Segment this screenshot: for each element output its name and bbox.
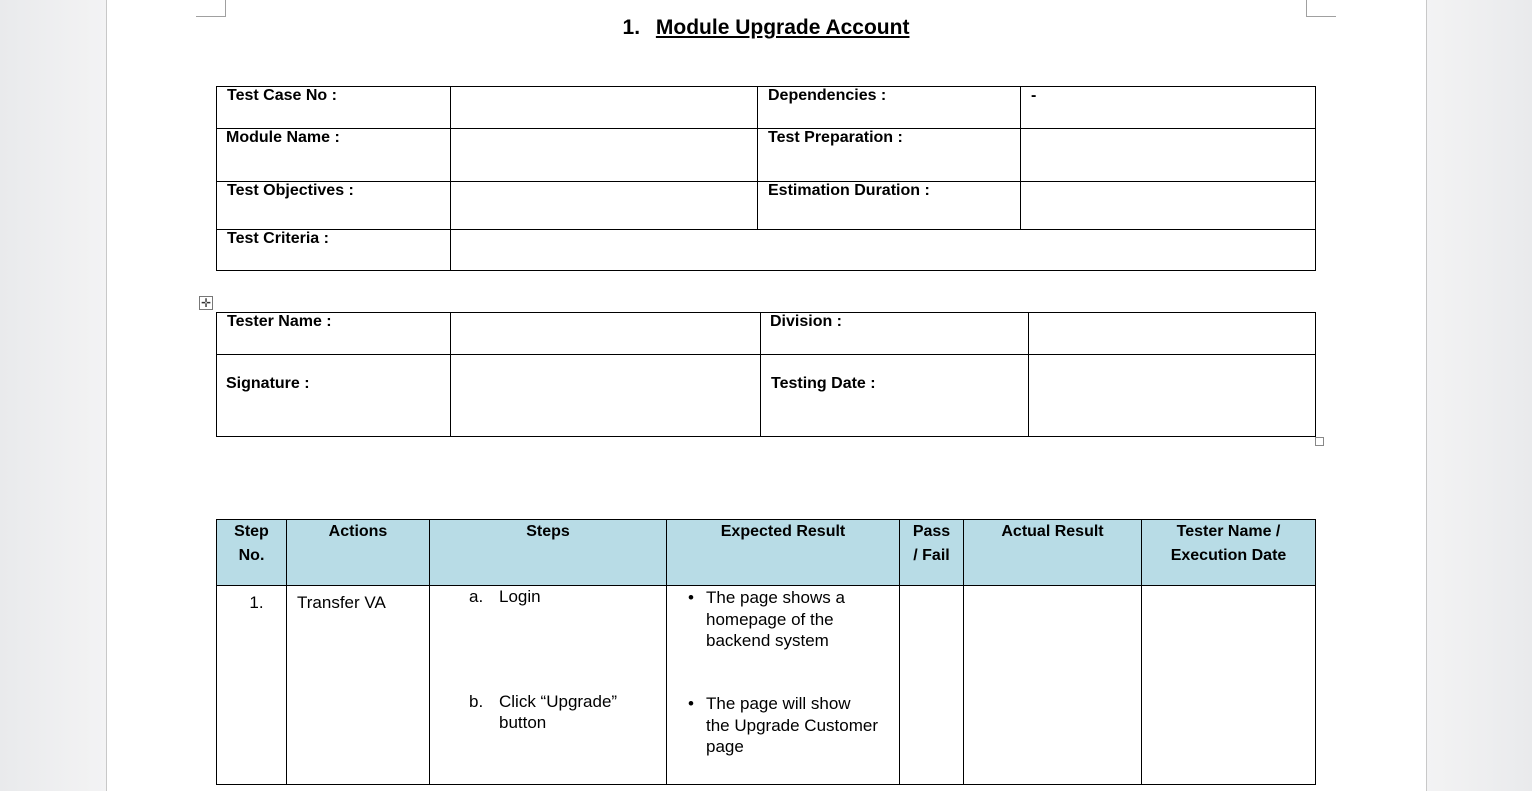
- steps-cell[interactable]: a. Login b. Click “Upgrade” button: [429, 585, 667, 785]
- header-tester-line2: Execution Date: [1170, 547, 1287, 564]
- test-objectives-label[interactable]: Test Objectives :: [216, 181, 451, 230]
- estimation-duration-label[interactable]: Estimation Duration :: [757, 181, 1021, 230]
- testing-date-label[interactable]: Testing Date :: [760, 354, 1029, 437]
- module-name-cell[interactable]: [450, 128, 758, 182]
- header-steps[interactable]: Steps: [429, 519, 667, 586]
- crop-mark-top-left: [196, 0, 226, 17]
- expected-text: The page shows a homepage of the backend…: [706, 588, 845, 650]
- dependencies-label[interactable]: Dependencies :: [757, 86, 1021, 129]
- expected-result-cell[interactable]: • The page shows a homepage of the backe…: [666, 585, 900, 785]
- heading-number: 1.: [622, 16, 641, 39]
- test-objectives-cell[interactable]: [450, 181, 758, 230]
- test-steps-table: Step No. Actions Steps Expected Result P…: [216, 519, 1316, 785]
- header-tester-line1: Tester Name /: [1176, 523, 1281, 540]
- header-pass-fail[interactable]: Pass / Fail: [899, 519, 964, 586]
- header-actions[interactable]: Actions: [286, 519, 430, 586]
- test-preparation-label[interactable]: Test Preparation :: [757, 128, 1021, 182]
- text-cursor: [1315, 355, 1316, 377]
- table-row: 1. Transfer VA a. Login b. Click “Upgrad…: [216, 585, 1316, 785]
- substep-text: Click “Upgrade” button: [499, 692, 618, 732]
- heading-title: Module Upgrade Account: [655, 16, 910, 39]
- actual-result-cell[interactable]: [963, 585, 1142, 785]
- test-info-table: Test Case No : Dependencies : - Module N…: [216, 86, 1316, 271]
- estimation-duration-cell[interactable]: [1020, 181, 1316, 230]
- substep-marker: a.: [469, 587, 484, 606]
- pass-fail-cell[interactable]: [899, 585, 964, 785]
- expected-text: The page will show the Upgrade Customer …: [706, 694, 878, 756]
- header-step-no[interactable]: Step No.: [216, 519, 287, 586]
- header-pass-fail-line1: Pass: [912, 523, 951, 540]
- tester-info-table: Tester Name : Division : Signature : Tes…: [216, 312, 1316, 437]
- header-step-no-line1: Step: [234, 523, 269, 540]
- test-case-no-cell[interactable]: [450, 86, 758, 129]
- bullet-icon: •: [688, 694, 694, 713]
- division-cell[interactable]: [1028, 312, 1316, 355]
- action-cell[interactable]: Transfer VA: [286, 585, 430, 785]
- table-move-icon[interactable]: ✛: [199, 296, 213, 310]
- test-criteria-cell[interactable]: [450, 229, 1316, 271]
- header-tester-execution[interactable]: Tester Name / Execution Date: [1141, 519, 1316, 586]
- signature-cell[interactable]: [450, 354, 761, 437]
- module-name-label[interactable]: Module Name :: [216, 128, 451, 182]
- test-preparation-cell[interactable]: [1020, 128, 1316, 182]
- tester-execution-cell[interactable]: [1141, 585, 1316, 785]
- step-no-cell[interactable]: 1.: [216, 585, 287, 785]
- tester-name-cell[interactable]: [450, 312, 761, 355]
- testing-date-cell[interactable]: [1028, 354, 1316, 437]
- test-case-no-label[interactable]: Test Case No :: [216, 86, 451, 129]
- section-heading[interactable]: 1. Module Upgrade Account: [0, 16, 1532, 40]
- table-resize-handle[interactable]: [1315, 437, 1324, 446]
- substep-marker: b.: [469, 692, 484, 711]
- signature-label[interactable]: Signature :: [216, 354, 451, 437]
- dependencies-cell[interactable]: -: [1020, 86, 1316, 129]
- division-label[interactable]: Division :: [760, 312, 1029, 355]
- header-step-no-line2: No.: [238, 547, 265, 564]
- bullet-icon: •: [688, 588, 694, 607]
- header-actual-result[interactable]: Actual Result: [963, 519, 1142, 586]
- header-expected-result[interactable]: Expected Result: [666, 519, 900, 586]
- tester-name-label[interactable]: Tester Name :: [216, 312, 451, 355]
- substep-text: Login: [499, 587, 541, 606]
- header-pass-fail-line2: / Fail: [913, 547, 950, 564]
- test-criteria-label[interactable]: Test Criteria :: [216, 229, 451, 271]
- crop-mark-top-right: [1306, 0, 1336, 17]
